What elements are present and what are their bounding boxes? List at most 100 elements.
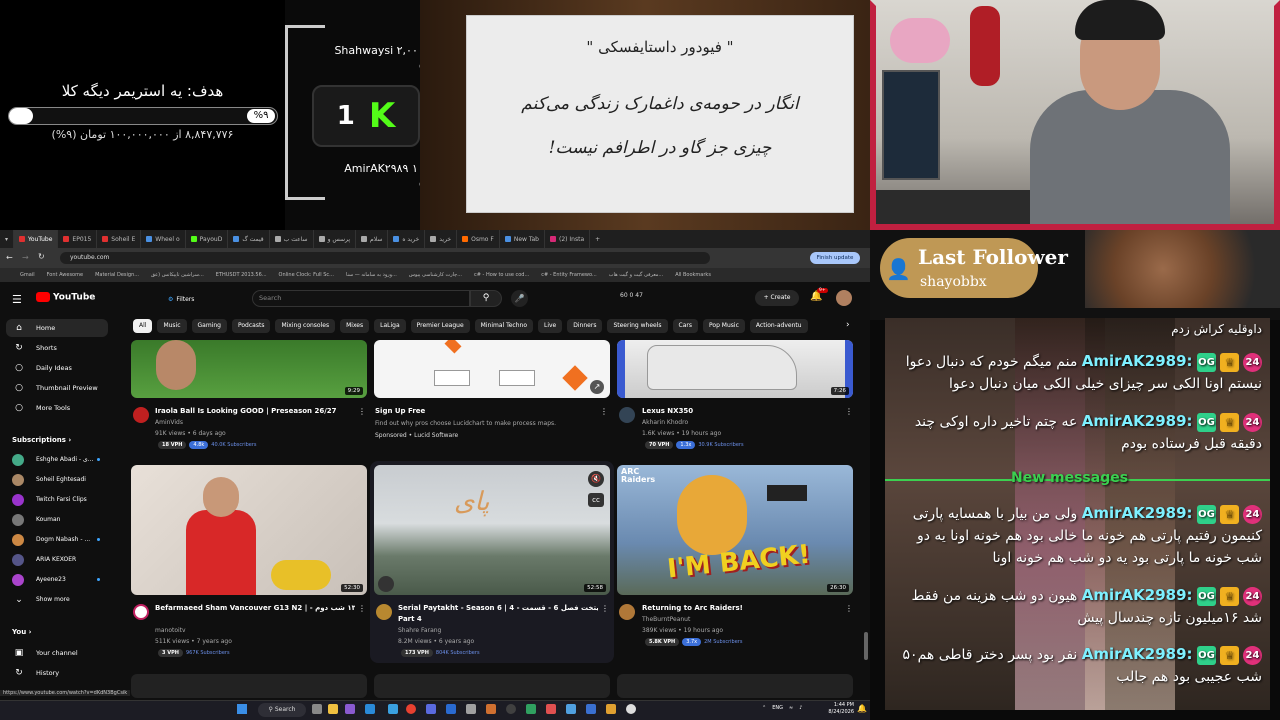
url-input[interactable]: youtube.com — [60, 252, 710, 264]
new-tab-button[interactable]: + — [590, 230, 605, 248]
tab-menu-button[interactable]: ▾ — [0, 230, 14, 248]
chip[interactable]: Dinners — [567, 319, 603, 333]
chip[interactable]: Minimal Techno — [474, 319, 533, 333]
browser-tab[interactable]: ساعت ب — [270, 230, 314, 248]
more-options-icon[interactable]: ⋮ — [600, 407, 608, 416]
chip[interactable]: Mixes — [340, 319, 370, 333]
video-title[interactable]: Sign Up Free — [375, 407, 425, 415]
visual-studio-icon[interactable] — [345, 704, 355, 714]
sidebar-item-history[interactable]: ↻ History — [6, 664, 108, 682]
app-icon[interactable] — [606, 704, 616, 714]
bookmark-item[interactable]: All Bookmarks — [675, 272, 711, 278]
video-title[interactable]: Iraola Ball Is Looking GOOD | Preseason … — [155, 407, 355, 415]
bookmark-item[interactable]: Online Clock: Full Sc... — [279, 272, 334, 278]
bookmark-item[interactable]: ورود به سامانه — سنا... — [346, 272, 397, 278]
you-heading[interactable]: You › — [12, 628, 32, 636]
channel-avatar[interactable] — [133, 604, 149, 620]
sidebar-item-daily-ideas[interactable]: ○ Daily Ideas — [6, 359, 108, 377]
browser-tab[interactable]: سلام — [356, 230, 389, 248]
chip[interactable]: Music — [157, 319, 187, 333]
sidebar-item-thumbnail-preview[interactable]: ○ Thumbnail Preview — [6, 379, 108, 397]
bookmark-item[interactable]: Gmail — [20, 272, 35, 278]
chips-next-icon[interactable]: › — [846, 320, 850, 330]
bookmark-item[interactable]: چارت کارشناسی پیوس... — [409, 272, 462, 278]
back-icon[interactable]: ← — [6, 253, 13, 262]
bookmark-item[interactable]: Font Awesome — [47, 272, 83, 278]
chip[interactable]: Pop Music — [703, 319, 745, 333]
sidebar-item-shorts[interactable]: ↻ Shorts — [6, 339, 108, 357]
language-indicator[interactable]: ENG — [772, 705, 783, 711]
reload-icon[interactable]: ↻ — [38, 252, 45, 261]
browser-tab[interactable]: (2) Insta — [545, 230, 591, 248]
chip[interactable]: Action-adventu — [749, 319, 808, 333]
video-title[interactable]: Befarmaeed Sham Vancouver G13 N2 | - بفر… — [155, 604, 355, 612]
video-channel[interactable]: AminVids — [155, 419, 183, 426]
video-title-part[interactable]: Part 4 — [398, 615, 422, 623]
windows-start-icon[interactable] — [237, 704, 247, 714]
app-icon[interactable] — [446, 704, 456, 714]
sidebar-item-more-tools[interactable]: ○ More Tools — [6, 399, 108, 417]
chip[interactable]: Mixing consoles — [275, 319, 336, 333]
video-channel[interactable]: Akharin Khodro — [642, 419, 688, 426]
video-thumbnail[interactable]: 52:30 — [131, 465, 367, 595]
bookmark-item[interactable]: سراشین تاپیکانس (عق... — [151, 272, 204, 278]
video-thumbnail[interactable]: 9:29 — [131, 340, 367, 398]
subscription-item[interactable]: ARIA KEXOER — [6, 551, 106, 569]
chip[interactable]: All — [133, 319, 153, 333]
video-thumbnail[interactable]: 7:26 — [617, 340, 853, 398]
browser-tab[interactable]: خرید ه — [388, 230, 426, 248]
avatar[interactable] — [836, 290, 852, 306]
app-icon[interactable] — [466, 704, 476, 714]
more-options-icon[interactable]: ⋮ — [845, 604, 853, 613]
browser-tab[interactable]: Osmo F — [457, 230, 500, 248]
video-title[interactable]: Lexus NX350 — [642, 407, 693, 415]
search-icon[interactable]: ⚲ — [470, 290, 502, 307]
chip[interactable]: Steering wheels — [607, 319, 668, 333]
external-link-icon[interactable]: ↗ — [590, 380, 604, 394]
channel-avatar[interactable] — [619, 604, 635, 620]
video-thumbnail[interactable]: پای 🔇 cc 52:58 — [374, 465, 610, 595]
bookmark-item[interactable]: ETHUSDT 2013.56... — [216, 272, 267, 278]
browser-tab[interactable]: New Tab — [500, 230, 545, 248]
video-channel[interactable]: manotoitv — [155, 627, 186, 634]
tray-chevron-icon[interactable]: ⌃ — [762, 705, 766, 711]
subscription-item[interactable]: Soheil Eghtesadi — [6, 471, 106, 489]
more-options-icon[interactable]: ⋮ — [845, 407, 853, 416]
channel-avatar[interactable] — [133, 407, 149, 423]
bookmark-item[interactable]: معرفی گیت و گیت هاب... — [609, 272, 663, 278]
video-channel[interactable]: Shahre Farang — [398, 627, 441, 634]
sidebar-item-home[interactable]: ⌂ Home — [6, 319, 108, 337]
subscription-item[interactable]: Dogm Nabash - ... — [6, 531, 106, 549]
microphone-icon[interactable]: 🎤 — [511, 290, 528, 307]
more-options-icon[interactable]: ⋮ — [358, 604, 366, 613]
extension-stats[interactable]: 60 0 47 — [620, 292, 643, 299]
browser-tab[interactable]: Wheel o — [141, 230, 186, 248]
video-thumbnail[interactable]: ARC Raiders I'M BACK! 26:30 — [617, 465, 853, 595]
create-button[interactable]: + Create — [755, 290, 799, 306]
app-icon[interactable] — [626, 704, 636, 714]
app-icon[interactable] — [526, 704, 536, 714]
chip[interactable]: Premier League — [410, 319, 470, 333]
app-icon[interactable] — [566, 704, 576, 714]
video-channel[interactable]: TheBurntPeanut — [642, 616, 690, 623]
vscode-icon[interactable] — [365, 704, 375, 714]
task-view-icon[interactable] — [312, 704, 322, 714]
chip[interactable]: LaLiga — [374, 319, 406, 333]
wifi-icon[interactable]: ≈ — [789, 705, 793, 711]
more-options-icon[interactable]: ⋮ — [358, 407, 366, 416]
sidebar-item-your-channel[interactable]: ▣ Your channel — [6, 644, 108, 662]
taskbar-search[interactable]: ⚲ Search — [258, 703, 306, 717]
app-icon[interactable] — [586, 704, 596, 714]
youtube-logo[interactable]: YouTube — [36, 292, 95, 303]
finish-update-button[interactable]: Finish update — [810, 252, 860, 264]
subscription-item[interactable]: Kouman — [6, 511, 106, 529]
search-input[interactable]: Search — [252, 290, 470, 307]
chip[interactable]: Live — [538, 319, 563, 333]
browser-tab[interactable]: خرید — [425, 230, 458, 248]
browser-tab[interactable]: YouTube — [14, 230, 59, 248]
browser-tab[interactable]: Soheil E — [97, 230, 142, 248]
captions-icon[interactable]: cc — [588, 493, 604, 507]
obs-icon[interactable] — [506, 704, 516, 714]
video-title[interactable]: Returning to Arc Raiders! — [642, 604, 743, 612]
taskbar-clock[interactable]: 1:44 PM 8/24/2026 — [822, 702, 854, 716]
